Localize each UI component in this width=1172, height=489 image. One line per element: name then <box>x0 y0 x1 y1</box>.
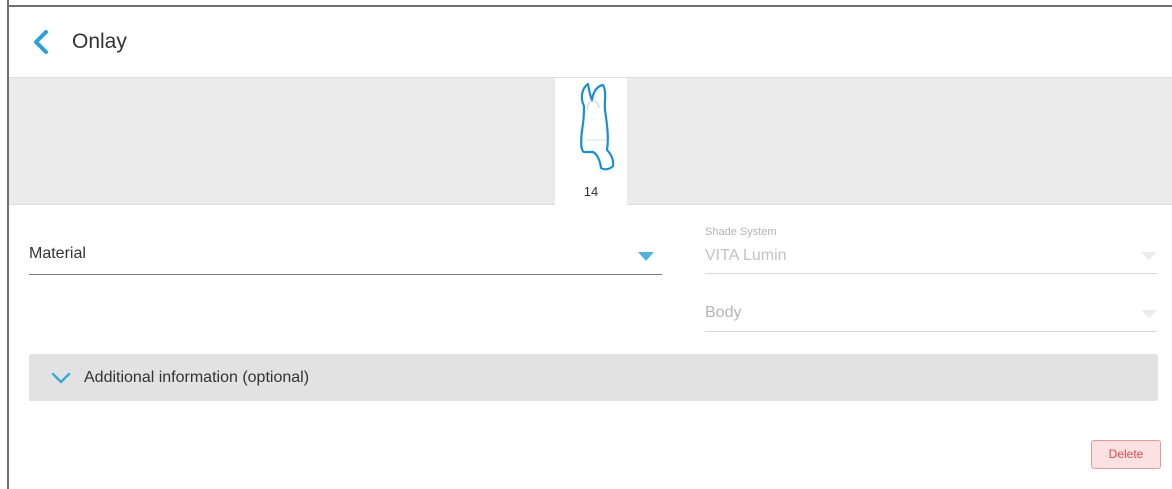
chevron-down-icon <box>51 372 71 384</box>
delete-button[interactable]: Delete <box>1091 440 1161 469</box>
chevron-left-icon <box>34 30 48 54</box>
additional-info-toggle[interactable]: Additional information (optional) <box>29 354 1158 401</box>
page-title: Onlay <box>72 30 127 53</box>
body-shade-dropdown: Body <box>705 296 1157 332</box>
shade-system-dropdown: Shade System VITA Lumin <box>705 222 1157 274</box>
dropdown-arrow-icon <box>1141 310 1157 318</box>
material-label: Material <box>29 245 86 262</box>
tooth-selector-strip: 14 <box>9 77 1172 205</box>
additional-info-label: Additional information (optional) <box>84 369 310 386</box>
back-button[interactable] <box>31 29 51 55</box>
tooth-icon <box>580 82 615 171</box>
page-header: Onlay <box>9 7 1172 77</box>
shade-system-caption: Shade System <box>705 226 777 238</box>
tooth-card-14[interactable]: 14 <box>555 78 627 205</box>
tooth-number: 14 <box>583 184 599 199</box>
body-shade-value: Body <box>705 304 742 321</box>
dropdown-arrow-icon <box>1141 252 1157 260</box>
material-dropdown[interactable]: Material <box>29 232 662 275</box>
order-form-window: Onlay 14 Material Shade System VITA Lumi… <box>0 0 1172 489</box>
dropdown-arrow-icon <box>638 252 654 261</box>
shade-system-value: VITA Lumin <box>705 247 787 264</box>
